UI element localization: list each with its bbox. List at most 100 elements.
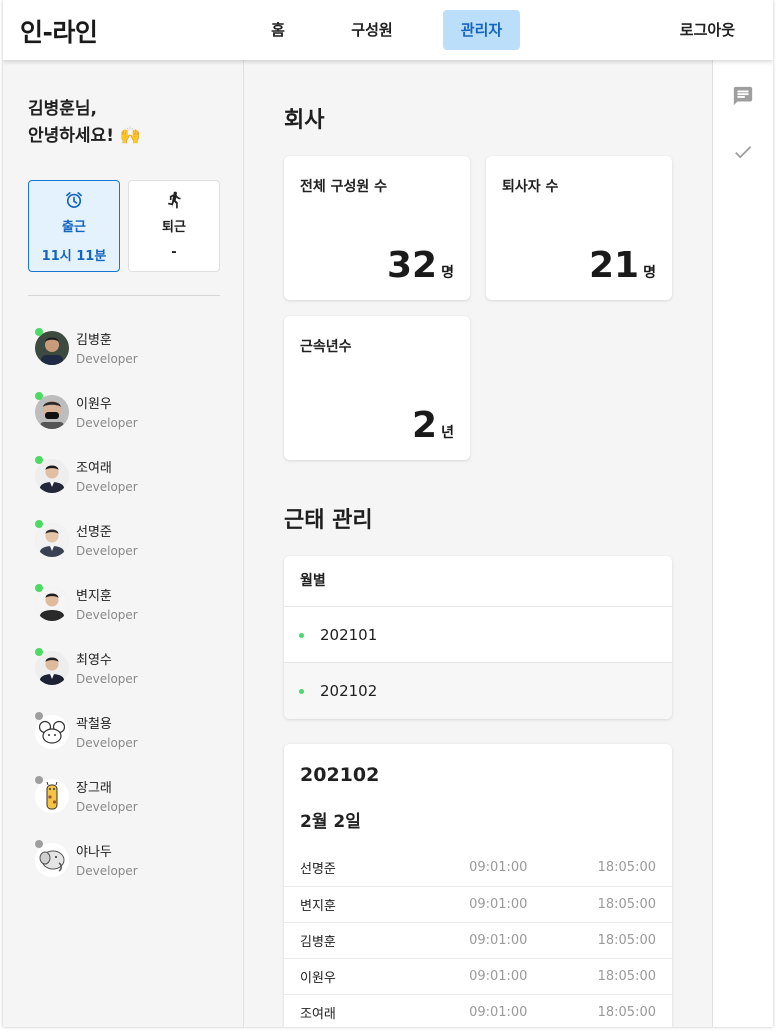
logout-button[interactable]: 로그아웃 <box>680 10 735 50</box>
nav-home[interactable]: 홈 <box>258 10 298 50</box>
member-role: Developer <box>76 544 138 558</box>
member-role: Developer <box>76 672 138 686</box>
employee-name: 선명준 <box>284 850 414 887</box>
table-row: 이원우 09:01:00 18:05:00 <box>284 958 672 995</box>
offline-status-dot <box>35 776 43 784</box>
bullet-icon <box>299 633 304 638</box>
member-name: 조여래 <box>76 461 112 476</box>
avatar <box>35 331 69 365</box>
clock-out-time: 18:05:00 <box>527 886 672 923</box>
avatar <box>35 459 69 493</box>
clock-out-time: 18:05:00 <box>527 850 672 887</box>
clock-out-label: 퇴근 <box>162 220 186 235</box>
stat-value: 21 명 <box>589 245 656 286</box>
online-status-dot <box>35 648 43 656</box>
nav-members[interactable]: 구성원 <box>338 10 406 50</box>
app-logo[interactable]: 인-라인 <box>20 13 98 49</box>
member-item[interactable]: 장그래 Developer <box>35 774 235 838</box>
month-item[interactable]: 202101 <box>284 607 672 663</box>
greeting-message: 안녕하세요! 🙌 <box>28 126 142 146</box>
clock-in-time: 11시 11분 <box>41 249 107 264</box>
offline-status-dot <box>35 712 43 720</box>
avatar <box>35 523 69 557</box>
stat-unit: 년 <box>441 425 454 441</box>
member-item[interactable]: 변지훈 Developer <box>35 582 235 646</box>
member-item[interactable]: 선명준 Developer <box>35 518 235 582</box>
member-name: 김병훈 <box>76 333 112 348</box>
stat-value: 32 명 <box>387 245 454 286</box>
stat-unit: 명 <box>441 265 454 281</box>
bullet-icon <box>299 689 304 694</box>
member-item[interactable]: 이원우 Developer <box>35 390 235 454</box>
monthly-list-header: 월별 <box>284 556 672 607</box>
clock-in-label: 출근 <box>62 220 86 235</box>
clock-in-time: 09:01:00 <box>414 922 528 959</box>
elephant-illustration-icon <box>35 843 69 877</box>
mouse-illustration-icon <box>35 715 69 749</box>
member-name: 이원우 <box>76 397 112 412</box>
message-icon[interactable] <box>732 85 754 107</box>
main-content: 회사 전체 구성원 수 32 명 퇴사자 수 21 명 근속년수 2년 근태 관리 … <box>244 60 712 1027</box>
table-row: 김병훈 09:01:00 18:05:00 <box>284 922 672 959</box>
stat-card-total-members: 전체 구성원 수 32 명 <box>284 156 470 300</box>
left-sidebar: 김병훈님, 안녕하세요! 🙌 출근 11시 11분 퇴근 - 김병훈 Devel… <box>3 60 244 1027</box>
nav-admin[interactable]: 관리자 <box>443 10 520 50</box>
clock-out-time: - <box>171 245 177 260</box>
member-list: 김병훈 Developer 이원우 Developer 조여래 Develope… <box>35 326 235 902</box>
detail-month-title: 202102 <box>300 764 380 786</box>
stat-unit: 명 <box>643 265 656 281</box>
stat-label: 근속년수 <box>300 339 352 355</box>
clock-out-time: 18:05:00 <box>527 922 672 959</box>
right-rail <box>712 60 773 1027</box>
online-status-dot <box>35 584 43 592</box>
member-role: Developer <box>76 352 138 366</box>
member-name: 곽철용 <box>76 717 112 732</box>
clock-in-button[interactable]: 출근 11시 11분 <box>28 180 120 272</box>
online-status-dot <box>35 456 43 464</box>
attendance-detail-card: 202102 2월 2일 선명준 09:01:00 18:05:00 변지훈 0… <box>284 744 672 1027</box>
member-item[interactable]: 최영수 Developer <box>35 646 235 710</box>
member-item[interactable]: 조여래 Developer <box>35 454 235 518</box>
avatar <box>35 587 69 621</box>
employee-name: 변지훈 <box>284 886 414 923</box>
clock-in-time: 09:01:00 <box>414 850 528 887</box>
employee-name: 김병훈 <box>284 922 414 959</box>
online-status-dot <box>35 392 43 400</box>
clock-out-time: 18:05:00 <box>527 994 672 1027</box>
clock-in-time: 09:01:00 <box>414 994 528 1027</box>
member-item[interactable]: 김병훈 Developer <box>35 326 235 390</box>
member-name: 장그래 <box>76 781 112 796</box>
member-item[interactable]: 야나두 Developer <box>35 838 235 902</box>
stat-number: 2 <box>412 405 438 446</box>
app-window: 인-라인 홈 구성원 관리자 로그아웃 김병훈님, 안녕하세요! 🙌 출근 11… <box>3 0 773 1027</box>
stat-label: 전체 구성원 수 <box>300 179 388 195</box>
greeting-name: 김병훈님, <box>28 99 98 119</box>
stat-value: 2년 <box>412 405 454 446</box>
online-status-dot <box>35 328 43 336</box>
stat-label: 퇴사자 수 <box>502 179 559 195</box>
table-row: 선명준 09:01:00 18:05:00 <box>284 850 672 887</box>
clock-out-button[interactable]: 퇴근 - <box>128 180 220 272</box>
stat-number: 32 <box>387 245 438 286</box>
check-icon[interactable] <box>732 141 754 163</box>
company-section-title: 회사 <box>284 108 325 133</box>
detail-date-title: 2월 2일 <box>300 812 361 832</box>
stat-number: 21 <box>589 245 640 286</box>
clock-out-time: 18:05:00 <box>527 958 672 995</box>
table-row: 변지훈 09:01:00 18:05:00 <box>284 886 672 923</box>
employee-name: 이원우 <box>284 958 414 995</box>
sidebar-divider <box>28 295 220 296</box>
clock-in-time: 09:01:00 <box>414 886 528 923</box>
avatar <box>35 779 69 813</box>
clock-in-time: 09:01:00 <box>414 958 528 995</box>
month-item-selected[interactable]: 202102 <box>284 663 672 719</box>
alarm-clock-icon <box>66 192 82 208</box>
member-role: Developer <box>76 800 138 814</box>
month-label: 202101 <box>320 626 378 644</box>
member-item[interactable]: 곽철용 Developer <box>35 710 235 774</box>
attendance-section-title: 근태 관리 <box>284 508 373 533</box>
giraffe-illustration-icon <box>35 779 69 813</box>
avatar <box>35 843 69 877</box>
member-role: Developer <box>76 864 138 878</box>
avatar <box>35 715 69 749</box>
